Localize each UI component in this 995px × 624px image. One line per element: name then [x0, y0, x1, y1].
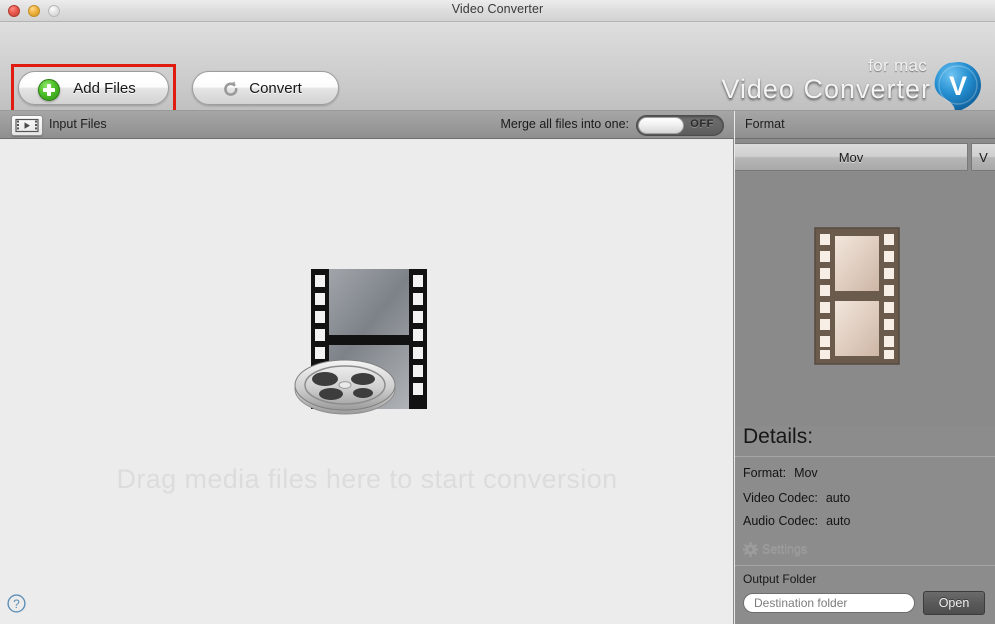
- details-title: Details:: [743, 425, 813, 449]
- convert-button[interactable]: Convert: [192, 71, 339, 105]
- input-files-bar: Input Files Merge all files into one: OF…: [0, 111, 734, 139]
- detail-value-video-codec: auto: [826, 491, 850, 505]
- merge-files-toggle[interactable]: OFF: [636, 115, 724, 136]
- add-files-label: Add Files: [19, 72, 168, 106]
- question-mark-icon[interactable]: ?: [7, 594, 26, 613]
- media-dropzone[interactable]: Drag media files here to start conversio…: [0, 139, 734, 624]
- brand-name: Video Converter: [721, 74, 931, 105]
- format-select[interactable]: Mov: [735, 143, 968, 171]
- detail-value-audio-codec: auto: [826, 514, 850, 528]
- format-preview-area: [735, 172, 995, 426]
- destination-folder-input[interactable]: [743, 593, 915, 613]
- window-title: Video Converter: [0, 2, 995, 16]
- open-button[interactable]: Open: [923, 591, 985, 615]
- window-titlebar: Video Converter: [0, 0, 995, 22]
- brand-tagline: for mac: [868, 56, 927, 76]
- convert-label: Convert: [193, 72, 338, 106]
- input-files-label: Input Files: [49, 117, 107, 131]
- detail-row-format: Format: Mov: [743, 466, 818, 480]
- details-divider: [735, 456, 995, 457]
- main-toolbar: Add Files Convert for mac Video Converte…: [0, 22, 995, 111]
- dropzone-message: Drag media files here to start conversio…: [0, 464, 734, 495]
- gear-icon: [743, 542, 758, 557]
- svg-text:V: V: [949, 71, 967, 101]
- detail-row-audio-codec: Audio Codec: auto: [743, 514, 850, 528]
- brand-logo: for mac Video Converter V: [695, 56, 985, 111]
- detail-label-audio-codec: Audio Codec:: [743, 514, 818, 528]
- detail-label-format: Format:: [743, 466, 786, 480]
- film-strip-icon: [813, 226, 901, 366]
- chevron-down-icon[interactable]: V: [971, 143, 995, 171]
- add-files-button[interactable]: Add Files: [18, 71, 169, 105]
- merge-files-label: Merge all files into one:: [500, 117, 629, 131]
- svg-text:?: ?: [13, 597, 20, 611]
- format-panel-header: Format: [735, 111, 995, 139]
- output-folder-label: Output Folder: [743, 572, 816, 586]
- detail-value-format: Mov: [794, 466, 818, 480]
- toggle-state-label: OFF: [690, 118, 714, 130]
- video-converter-window: Video Converter Add Files Convert for ma…: [0, 0, 995, 624]
- detail-row-video-codec: Video Codec: auto: [743, 491, 850, 505]
- film-strip-reel-illustration: [289, 263, 449, 418]
- film-play-icon[interactable]: [11, 115, 43, 136]
- detail-label-video-codec: Video Codec:: [743, 491, 818, 505]
- format-panel: Format Mov V: [735, 111, 995, 624]
- settings-label: Settings: [762, 542, 807, 556]
- toggle-knob: [638, 117, 684, 134]
- brand-badge-icon: V: [931, 60, 985, 111]
- output-folder-divider: [735, 565, 995, 566]
- format-header-label: Format: [745, 117, 785, 131]
